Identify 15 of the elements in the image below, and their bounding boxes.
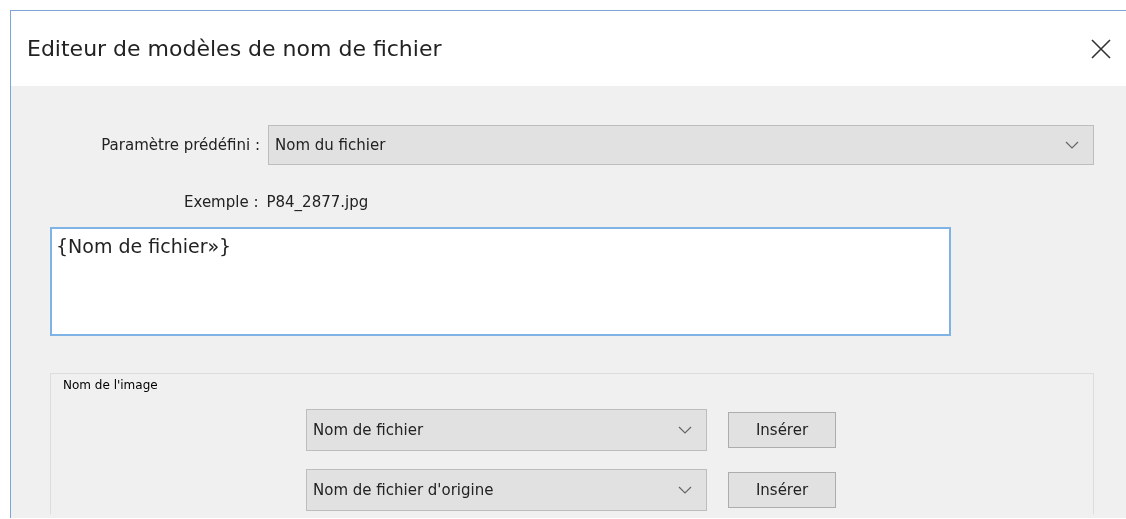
close-icon[interactable] <box>1090 37 1112 60</box>
chevron-down-icon <box>678 486 692 494</box>
chevron-down-icon <box>678 426 692 434</box>
insert-button[interactable]: Insérer <box>728 472 836 508</box>
example-value: P84_2877.jpg <box>266 193 369 211</box>
group-title: Nom de l'image <box>63 378 158 392</box>
preset-dropdown[interactable]: Nom du fichier <box>268 125 1094 165</box>
insert-button[interactable]: Insérer <box>728 412 836 448</box>
window-title: Editeur de modèles de nom de fichier <box>27 36 442 61</box>
field-dropdown[interactable]: Nom de fichier <box>306 409 707 451</box>
field-dropdown[interactable]: Nom de fichier d'origine <box>306 469 707 511</box>
chevron-down-icon <box>1065 141 1079 149</box>
example-label: Exemple : <box>184 193 259 211</box>
preset-label: Paramètre prédéfini : <box>100 136 261 154</box>
template-text-field[interactable]: {Nom de fichier»} <box>50 227 951 336</box>
